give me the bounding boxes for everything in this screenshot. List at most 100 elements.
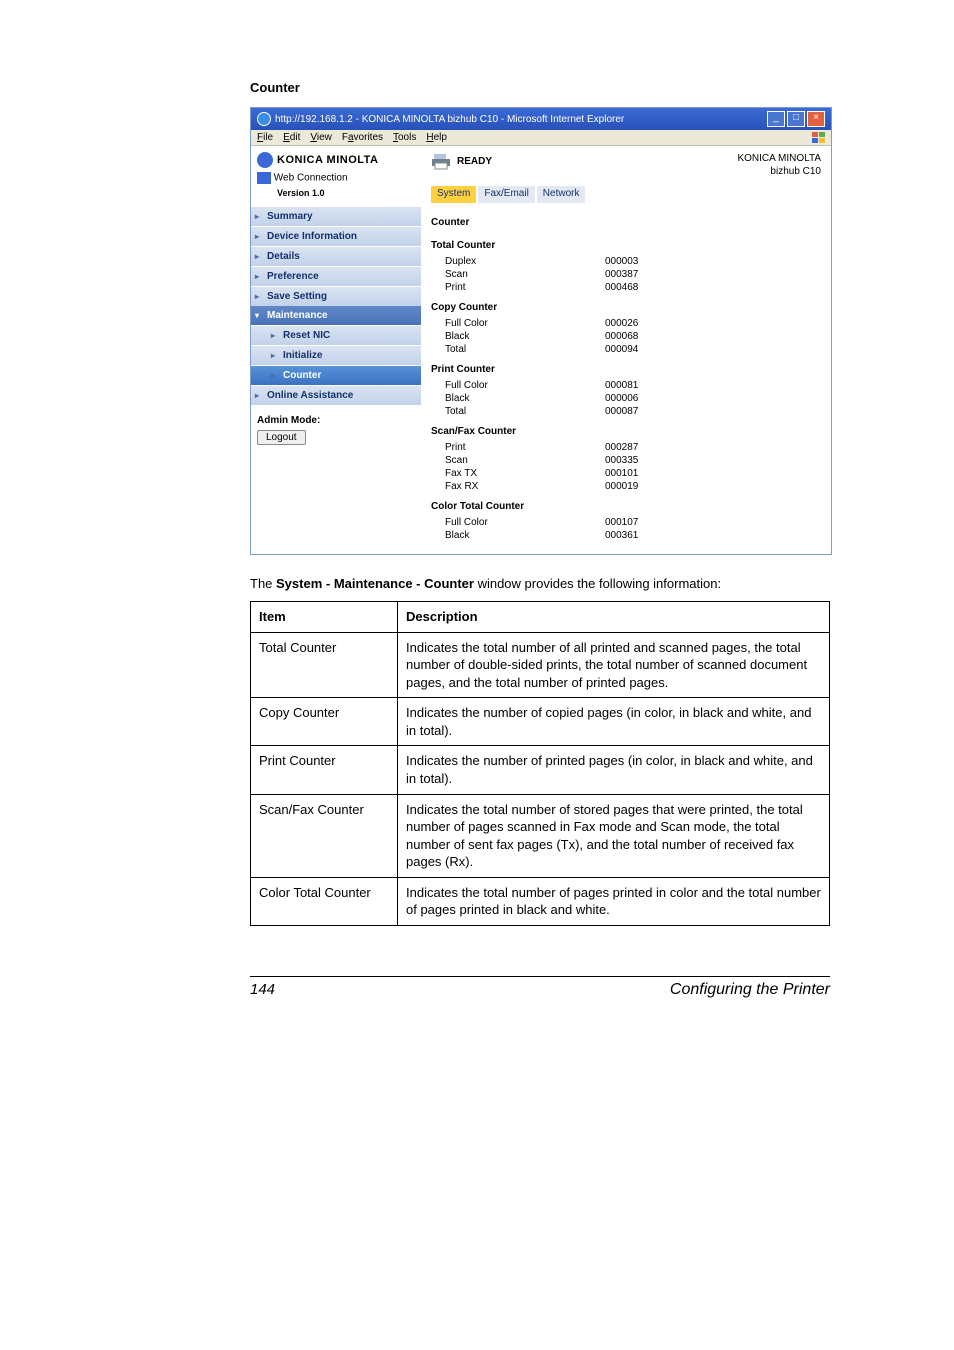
counter-row: Full Color000026 [431,317,821,330]
counter-row-label: Full Color [445,318,605,329]
tab-network[interactable]: Network [537,186,586,203]
tab-system[interactable]: System [431,186,476,203]
counter-listing: Counter Total CounterDuplex000003Scan000… [431,213,821,542]
counter-row: Duplex000003 [431,255,821,268]
logout-button[interactable]: Logout [257,430,306,445]
table-cell-item: Color Total Counter [251,877,398,925]
menu-favorites[interactable]: Favorites [342,132,383,143]
sidebar-item-reset-nic[interactable]: Reset NIC [251,325,421,345]
pagescope-label: Web Connection [274,173,348,184]
counter-row-label: Black [445,393,605,404]
counter-row: Fax RX000019 [431,480,821,493]
counter-row-value: 000335 [605,455,638,466]
description-table: Item Description Total CounterIndicates … [250,601,830,926]
counter-row: Black000006 [431,392,821,405]
table-cell-item: Copy Counter [251,698,398,746]
close-button[interactable]: × [807,111,825,127]
counter-row-label: Scan [445,269,605,280]
menu-edit[interactable]: Edit [283,132,300,143]
windows-logo-icon [811,131,827,145]
table-cell-description: Indicates the total number of stored pag… [398,794,830,877]
browser-menubar: File Edit View Favorites Tools Help [251,130,831,146]
counter-row-value: 000361 [605,530,638,541]
sidebar-item-details[interactable]: Details [251,246,421,266]
sidebar-item-device-info[interactable]: Device Information [251,226,421,246]
sidebar-item-counter[interactable]: Counter [251,365,421,385]
counter-row: Scan000335 [431,454,821,467]
counter-row-label: Full Color [445,380,605,391]
table-row: Copy CounterIndicates the number of copi… [251,698,830,746]
sidebar-item-online-assistance[interactable]: Online Assistance [251,385,421,405]
counter-row: Print000287 [431,441,821,454]
counter-row-value: 000087 [605,406,638,417]
counter-row-value: 000107 [605,517,638,528]
counter-row-label: Fax RX [445,481,605,492]
counter-row-label: Print [445,282,605,293]
table-header-description: Description [398,602,830,633]
caption-text: The System - Maintenance - Counter windo… [250,575,834,593]
counter-group-title: Total Counter [431,232,821,255]
counter-row-value: 000026 [605,318,638,329]
counter-group-title: Color Total Counter [431,493,821,516]
counter-row-value: 000094 [605,344,638,355]
table-row: Total CounterIndicates the total number … [251,632,830,698]
counter-row-label: Total [445,406,605,417]
counter-row: Full Color000081 [431,379,821,392]
counter-row-value: 000468 [605,282,638,293]
table-cell-description: Indicates the number of copied pages (in… [398,698,830,746]
counter-row: Scan000387 [431,268,821,281]
content-tabs: System Fax/Email Network [431,186,821,203]
counter-row: Full Color000107 [431,516,821,529]
maximize-button[interactable]: □ [787,111,805,127]
counter-row-value: 000019 [605,481,638,492]
device-name: KONICA MINOLTA bizhub C10 [737,152,821,178]
counter-row: Fax TX000101 [431,467,821,480]
counter-row: Black000068 [431,330,821,343]
counter-group-title: Copy Counter [431,294,821,317]
counter-row-value: 000006 [605,393,638,404]
version-label: Version 1.0 [251,186,421,206]
counter-row-label: Fax TX [445,468,605,479]
sidebar-group-maintenance[interactable]: Maintenance [251,306,421,325]
admin-mode-label: Admin Mode: [257,415,415,426]
ie-icon [257,112,271,126]
counter-row-label: Black [445,530,605,541]
status-text: READY [457,156,492,167]
counter-row-value: 000101 [605,468,638,479]
counter-row-value: 000287 [605,442,638,453]
counter-row-value: 000068 [605,331,638,342]
footer-title: Configuring the Printer [670,981,830,999]
menu-view[interactable]: View [310,132,332,143]
table-cell-description: Indicates the number of printed pages (i… [398,746,830,794]
page-number: 144 [250,981,275,998]
table-cell-item: Scan/Fax Counter [251,794,398,877]
minimize-button[interactable]: _ [767,111,785,127]
counter-row: Black000361 [431,529,821,542]
pagescope-icon [257,172,271,184]
counter-row: Total000087 [431,405,821,418]
sidebar-item-preference[interactable]: Preference [251,266,421,286]
counter-row-label: Print [445,442,605,453]
menu-file[interactable]: File [257,132,273,143]
counter-row-value: 000081 [605,380,638,391]
counter-row: Print000468 [431,281,821,294]
app-sidebar: KONICA MINOLTA Web Connection Version 1.… [251,146,421,554]
table-header-item: Item [251,602,398,633]
sidebar-item-summary[interactable]: Summary [251,206,421,226]
counter-row-label: Black [445,331,605,342]
counter-group-title: Scan/Fax Counter [431,418,821,441]
table-cell-item: Print Counter [251,746,398,794]
table-cell-description: Indicates the total number of all printe… [398,632,830,698]
sidebar-item-save-setting[interactable]: Save Setting [251,286,421,306]
menu-tools[interactable]: Tools [393,132,416,143]
table-cell-item: Total Counter [251,632,398,698]
content-heading: Counter [431,213,821,232]
sidebar-item-initialize[interactable]: Initialize [251,345,421,365]
tab-fax-email[interactable]: Fax/Email [478,186,534,203]
counter-row-value: 000003 [605,256,638,267]
menu-help[interactable]: Help [426,132,447,143]
window-title: http://192.168.1.2 - KONICA MINOLTA bizh… [275,114,624,125]
counter-row: Total000094 [431,343,821,356]
section-title: Counter [250,80,834,95]
counter-row-label: Duplex [445,256,605,267]
